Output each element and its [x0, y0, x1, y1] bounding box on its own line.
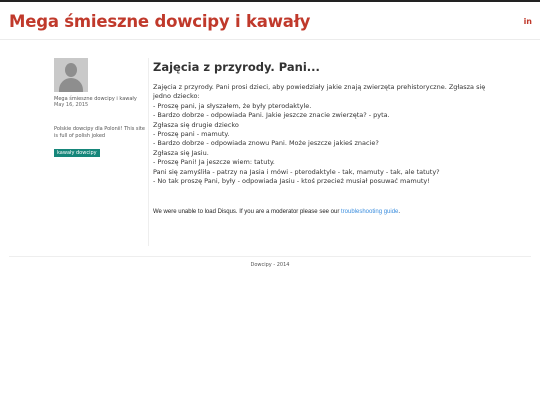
disqus-message-suffix: . — [398, 209, 401, 215]
post-line: Zgłasza się drugie dziecko — [153, 120, 239, 129]
disqus-error-message: We were unable to load Disqus. If you ar… — [153, 209, 400, 215]
post-line: - Bardzo dobrze - odpowiada znowu Pani. … — [153, 139, 379, 148]
author-sidebar: Mega śmieszne dowcipy i kawały May 16, 2… — [54, 58, 146, 158]
post-line: - No tak proszę Pani, były - odpowiada J… — [153, 177, 430, 186]
post-line: jedno dziecko: — [153, 92, 200, 101]
post-article: Zajęcia z przyrody. Pani... Zajęcia z pr… — [153, 60, 488, 186]
post-body: Zajęcia z przyrody. Pani prosi dzieci, a… — [153, 83, 488, 186]
post-date: May 16, 2015 — [54, 102, 89, 108]
post-line: Pani się zamyśliła - patrzy na Jasia i m… — [153, 167, 440, 176]
post-line: - Proszę pani, ja słyszałem, że były pte… — [153, 101, 312, 110]
site-title-link[interactable]: Mega śmieszne dowcipy i kawały — [9, 12, 310, 31]
footer-text: Dowcipy - 2014 — [250, 262, 290, 268]
troubleshooting-guide-link[interactable]: troubleshooting guide — [341, 209, 398, 215]
site-description: Polskie dowcipy dla Polonii! This site i… — [54, 126, 145, 139]
sidebar-divider — [148, 58, 149, 246]
avatar-body-shape — [59, 78, 83, 92]
linkedin-icon[interactable]: in — [524, 17, 532, 26]
post-line: Zgłasza się Jasiu. — [153, 148, 209, 157]
avatar-head-shape — [65, 63, 77, 77]
post-line: - Proszę pani - mamuty. — [153, 130, 230, 139]
tag-link[interactable]: kawały dowcipy — [54, 149, 100, 157]
avatar — [54, 58, 88, 92]
footer-divider — [9, 256, 531, 257]
post-title: Zajęcia z przyrody. Pani... — [153, 60, 320, 74]
post-line: Zajęcia z przyrody. Pani prosi dzieci, a… — [153, 83, 486, 91]
post-line: - Proszę Pani! Ja jeszcze wiem: tatuty. — [153, 158, 275, 167]
disqus-message-text: We were unable to load Disqus. If you ar… — [153, 209, 341, 215]
post-line: - Bardzo dobrze - odpowiada Pani. Jakie … — [153, 111, 390, 120]
site-header: Mega śmieszne dowcipy i kawały in — [0, 2, 540, 40]
